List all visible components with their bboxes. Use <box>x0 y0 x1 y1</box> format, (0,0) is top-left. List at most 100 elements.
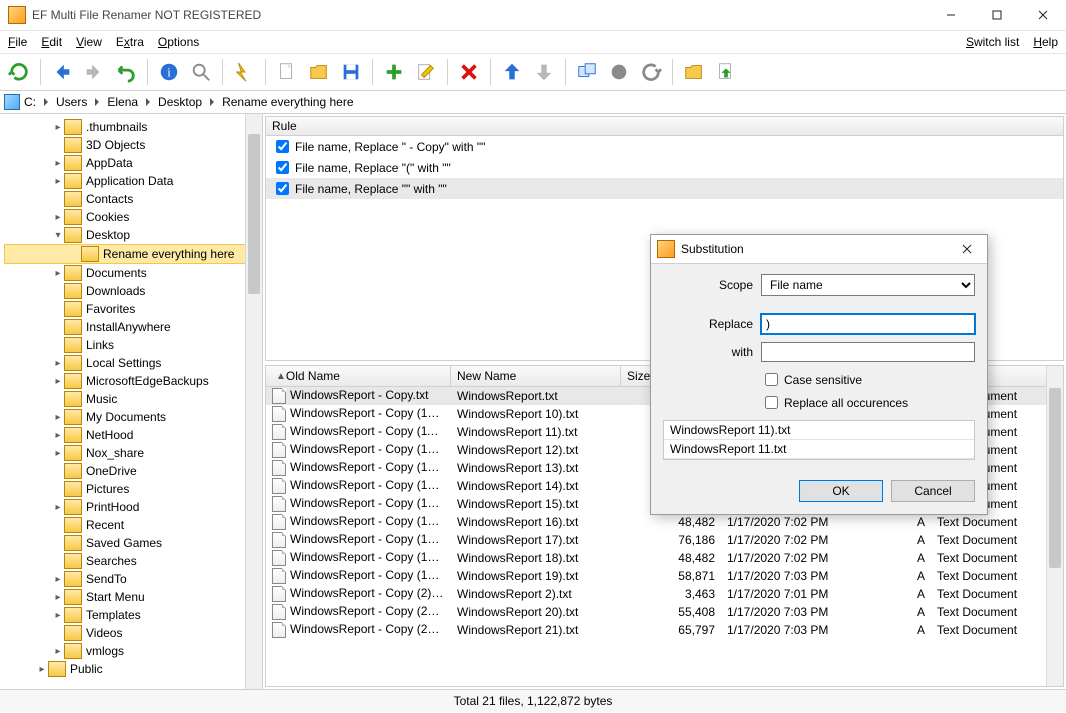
tree-twisty-icon[interactable]: ▸ <box>52 448 64 459</box>
edit-rule-button[interactable] <box>411 57 441 87</box>
tree-scrollbar[interactable] <box>245 114 262 689</box>
tree-item[interactable]: ▸My Documents <box>4 408 262 426</box>
add-rule-button[interactable] <box>379 57 409 87</box>
table-row[interactable]: WindowsReport - Copy (17).txtWindowsRepo… <box>266 531 1063 549</box>
folder-tree[interactable]: ▸.thumbnails3D Objects▸AppData▸Applicati… <box>0 114 263 689</box>
menu-switch-list[interactable]: Switch list <box>966 35 1019 49</box>
crumb-2[interactable]: Desktop <box>158 95 202 109</box>
menu-view[interactable]: View <box>76 35 102 49</box>
tree-item[interactable]: 3D Objects <box>4 136 262 154</box>
search-button[interactable] <box>186 57 216 87</box>
maximize-button[interactable] <box>974 0 1020 30</box>
tree-item[interactable]: ▸SendTo <box>4 570 262 588</box>
tree-twisty-icon[interactable]: ▸ <box>52 610 64 621</box>
table-row[interactable]: WindowsReport - Copy (20).txtWindowsRepo… <box>266 603 1063 621</box>
minimize-button[interactable] <box>928 0 974 30</box>
tree-item[interactable]: ▸Start Menu <box>4 588 262 606</box>
menu-extra[interactable]: Extra <box>116 35 144 49</box>
tree-item[interactable]: ▸PrintHood <box>4 498 262 516</box>
open-folder-button[interactable] <box>679 57 709 87</box>
tree-item[interactable]: Rename everything here <box>4 244 262 264</box>
tree-twisty-icon[interactable]: ▸ <box>52 412 64 423</box>
ok-button[interactable]: OK <box>799 480 883 502</box>
rule-checkbox[interactable] <box>276 182 289 195</box>
tree-item[interactable]: Recent <box>4 516 262 534</box>
tree-item[interactable]: InstallAnywhere <box>4 318 262 336</box>
tree-twisty-icon[interactable]: ▸ <box>52 376 64 387</box>
menu-edit[interactable]: Edit <box>41 35 62 49</box>
tree-twisty-icon[interactable]: ▾ <box>52 230 64 241</box>
tree-item[interactable]: Links <box>4 336 262 354</box>
dialog-close-button[interactable] <box>953 239 981 259</box>
cancel-button[interactable]: Cancel <box>891 480 975 502</box>
open-profile-button[interactable] <box>304 57 334 87</box>
tree-item[interactable]: Favorites <box>4 300 262 318</box>
record-button[interactable] <box>604 57 634 87</box>
export-button[interactable] <box>711 57 741 87</box>
tree-twisty-icon[interactable]: ▸ <box>52 358 64 369</box>
table-row[interactable]: WindowsReport - Copy (16).txtWindowsRepo… <box>266 513 1063 531</box>
table-row[interactable]: WindowsReport - Copy (18).txtWindowsRepo… <box>266 549 1063 567</box>
table-row[interactable]: WindowsReport - Copy (21).txtWindowsRepo… <box>266 621 1063 639</box>
with-input[interactable] <box>761 342 975 362</box>
breadcrumb[interactable]: C: Users Elena Desktop Rename everything… <box>0 91 1066 114</box>
forward-button[interactable] <box>79 57 109 87</box>
tree-item[interactable]: ▸NetHood <box>4 426 262 444</box>
tree-item[interactable]: Videos <box>4 624 262 642</box>
grid-scrollbar[interactable] <box>1046 366 1063 686</box>
tree-twisty-icon[interactable]: ▸ <box>52 574 64 585</box>
rule-row[interactable]: File name, Replace "" with "" <box>266 178 1063 199</box>
tree-twisty-icon[interactable]: ▸ <box>52 176 64 187</box>
tree-item[interactable]: Downloads <box>4 282 262 300</box>
col-new-name[interactable]: New Name <box>451 366 621 386</box>
refresh-button[interactable] <box>4 57 34 87</box>
crumb-1[interactable]: Elena <box>107 95 138 109</box>
undo-button[interactable] <box>111 57 141 87</box>
new-profile-button[interactable] <box>272 57 302 87</box>
tree-twisty-icon[interactable]: ▸ <box>52 212 64 223</box>
run-button[interactable] <box>229 57 259 87</box>
menu-file[interactable]: File <box>8 35 27 49</box>
crumb-3[interactable]: Rename everything here <box>222 95 353 109</box>
tree-item[interactable]: ▸vmlogs <box>4 642 262 660</box>
tree-twisty-icon[interactable]: ▸ <box>52 592 64 603</box>
info-button[interactable]: i <box>154 57 184 87</box>
tree-twisty-icon[interactable]: ▸ <box>36 664 48 675</box>
delete-rule-button[interactable] <box>454 57 484 87</box>
tree-twisty-icon[interactable]: ▸ <box>52 646 64 657</box>
tree-twisty-icon[interactable]: ▸ <box>52 158 64 169</box>
tree-twisty-icon[interactable]: ▸ <box>52 122 64 133</box>
tree-item[interactable]: Contacts <box>4 190 262 208</box>
tree-item[interactable]: ▸Nox_share <box>4 444 262 462</box>
replace-input[interactable] <box>761 314 975 334</box>
tree-item[interactable]: ▸Application Data <box>4 172 262 190</box>
menu-help[interactable]: Help <box>1033 35 1058 49</box>
case-sensitive-checkbox[interactable] <box>765 373 778 386</box>
scope-select[interactable]: File name <box>761 274 975 296</box>
save-profile-button[interactable] <box>336 57 366 87</box>
tree-item[interactable]: ▸Cookies <box>4 208 262 226</box>
crumb-0[interactable]: Users <box>56 95 87 109</box>
tree-item[interactable]: ▸Templates <box>4 606 262 624</box>
tree-item[interactable]: Searches <box>4 552 262 570</box>
back-button[interactable] <box>47 57 77 87</box>
tree-twisty-icon[interactable]: ▸ <box>52 502 64 513</box>
move-down-button[interactable] <box>529 57 559 87</box>
tree-twisty-icon[interactable]: ▸ <box>52 268 64 279</box>
col-old-name[interactable]: ▲Old Name <box>266 366 451 386</box>
tree-item[interactable]: Music <box>4 390 262 408</box>
menu-options[interactable]: Options <box>158 35 199 49</box>
tree-twisty-icon[interactable]: ▸ <box>52 430 64 441</box>
table-row[interactable]: WindowsReport - Copy (2).txtWindowsRepor… <box>266 585 1063 603</box>
tree-item[interactable]: ▸Local Settings <box>4 354 262 372</box>
close-button[interactable] <box>1020 0 1066 30</box>
preview-button[interactable] <box>572 57 602 87</box>
tree-item[interactable]: ▸AppData <box>4 154 262 172</box>
tree-item[interactable]: Pictures <box>4 480 262 498</box>
crumb-drive[interactable]: C: <box>4 94 36 110</box>
tree-item[interactable]: Saved Games <box>4 534 262 552</box>
rule-row[interactable]: File name, Replace "(" with "" <box>266 157 1063 178</box>
tree-item[interactable]: OneDrive <box>4 462 262 480</box>
rule-row[interactable]: File name, Replace " - Copy" with "" <box>266 136 1063 157</box>
rule-checkbox[interactable] <box>276 140 289 153</box>
